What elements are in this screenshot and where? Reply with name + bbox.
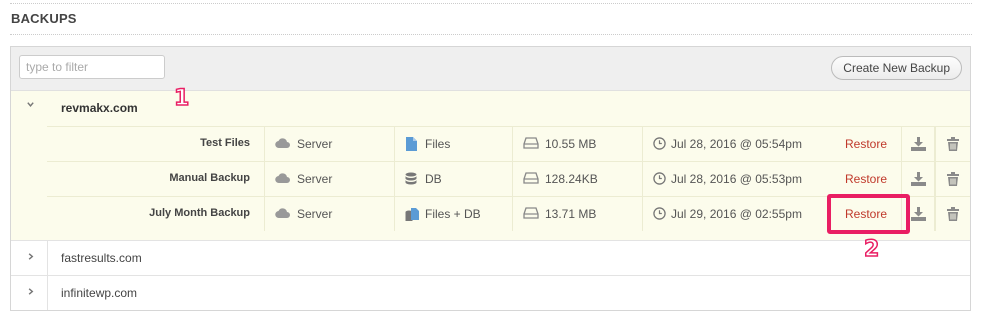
backup-date: Jul 28, 2016 @ 05:54pm (671, 137, 802, 151)
site-row[interactable]: infinitewp.com (11, 275, 970, 310)
backup-size: 10.55 MB (545, 137, 597, 151)
restore-button[interactable]: Restore (845, 172, 887, 186)
page-title: BACKUPS (11, 11, 77, 26)
site-name: fastresults.com (61, 251, 142, 265)
backup-name: Manual Backup (169, 172, 250, 184)
chevron-down-icon[interactable] (25, 100, 35, 112)
filter-input[interactable] (19, 55, 165, 79)
trash-icon (947, 137, 959, 151)
backup-row: Test Files Server Files 10.55 MB Jul 28,… (47, 126, 970, 161)
trash-icon (947, 172, 959, 186)
restore-button[interactable]: Restore (845, 137, 887, 151)
download-button[interactable] (901, 162, 935, 196)
trash-icon (947, 207, 959, 221)
site-name: revmakx.com (61, 101, 138, 115)
chevron-right-icon[interactable] (25, 287, 35, 299)
site-row[interactable]: fastresults.com (11, 240, 970, 275)
files-and-database-icon (405, 208, 419, 221)
delete-button[interactable] (935, 162, 970, 196)
cloud-icon (275, 208, 290, 219)
chevron-right-icon[interactable] (25, 252, 35, 264)
backup-size: 13.71 MB (545, 207, 597, 221)
backups-toolbar: Create New Backup (11, 47, 970, 91)
title-divider (10, 34, 972, 35)
backup-name: July Month Backup (149, 207, 250, 219)
annotation-highlight-box (827, 194, 910, 234)
site-row-header[interactable]: revmakx.com (11, 91, 970, 126)
annotation-marker-1: 1 (173, 85, 190, 112)
download-icon (911, 137, 926, 151)
delete-button[interactable] (935, 197, 970, 231)
download-icon (911, 207, 926, 221)
site-name: infinitewp.com (61, 286, 138, 300)
delete-button[interactable] (935, 127, 970, 161)
clock-icon (653, 137, 666, 150)
cloud-icon (275, 138, 290, 149)
backup-row: Manual Backup Server DB 128.24KB Jul 28,… (47, 161, 970, 196)
hard-drive-icon (523, 172, 539, 184)
backup-location: Server (297, 137, 333, 151)
hard-drive-icon (523, 137, 539, 149)
clock-icon (653, 172, 666, 185)
backup-location: Server (297, 172, 333, 186)
file-icon (406, 137, 417, 151)
backup-date: Jul 29, 2016 @ 02:55pm (671, 207, 802, 221)
database-icon (405, 172, 417, 185)
backup-size: 128.24KB (545, 172, 598, 186)
clock-icon (653, 207, 666, 220)
backup-location: Server (297, 207, 333, 221)
backup-date: Jul 28, 2016 @ 05:53pm (671, 172, 802, 186)
annotation-marker-2: 2 (863, 236, 880, 263)
backups-panel: Create New Backup revmakx.com Test Files… (10, 46, 971, 311)
backup-type: DB (425, 172, 442, 186)
backup-type: Files (425, 137, 451, 151)
backup-type: Files + DB (425, 207, 481, 221)
top-divider (10, 3, 972, 4)
create-new-backup-button[interactable]: Create New Backup (831, 56, 962, 80)
download-icon (911, 172, 926, 186)
cloud-icon (275, 173, 290, 184)
hard-drive-icon (523, 207, 539, 219)
backup-name: Test Files (200, 137, 250, 149)
download-button[interactable] (901, 127, 935, 161)
